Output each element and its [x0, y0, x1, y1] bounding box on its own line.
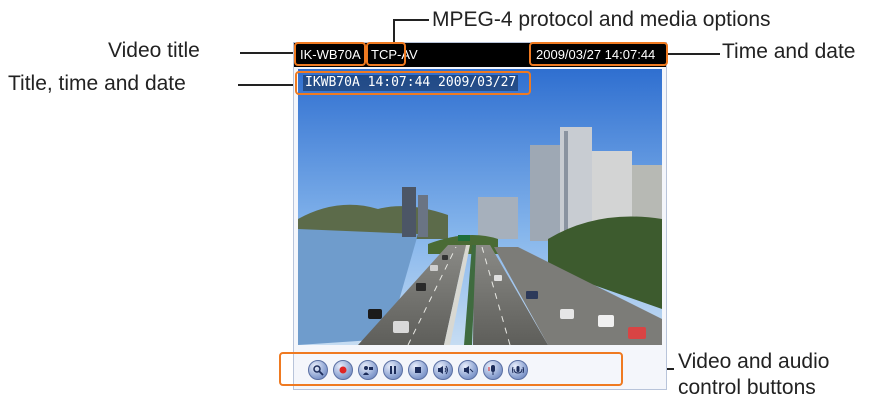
highlight-overlay — [295, 71, 531, 95]
callout-video-title: Video title — [108, 39, 200, 62]
highway-scene-image — [298, 69, 662, 345]
highlight-controls — [279, 352, 623, 386]
callout-time-date: Time and date — [722, 40, 856, 63]
callout-controls-line1: Video and audio — [678, 350, 830, 373]
callout-mpeg4: MPEG-4 protocol and media options — [432, 8, 771, 31]
highlight-time-date — [529, 42, 668, 66]
highlight-protocol — [366, 42, 406, 66]
leader-time-date — [668, 53, 720, 55]
callout-title-time-date: Title, time and date — [8, 72, 186, 95]
leader-mpeg4-horizontal — [393, 19, 429, 21]
leader-video-title — [240, 52, 296, 54]
callout-controls-line2: control buttons — [678, 376, 816, 399]
video-stream[interactable]: IKWB70A 14:07:44 2009/03/27 — [298, 69, 662, 345]
highlight-video-title — [294, 42, 366, 66]
leader-mpeg4-vertical — [393, 19, 395, 43]
leader-title-time-date — [238, 84, 296, 86]
